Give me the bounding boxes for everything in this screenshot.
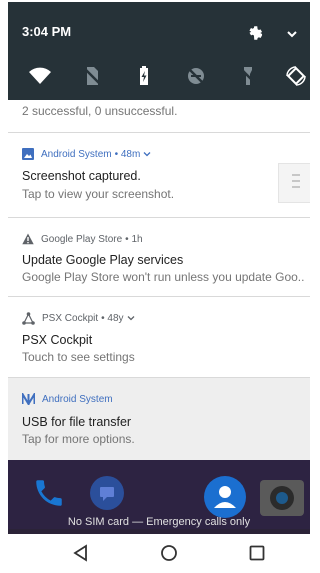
status-time: 3:04 PM <box>22 24 72 39</box>
quick-settings-panel: 3:04 PM <box>8 2 310 100</box>
sim-off-icon[interactable] <box>80 64 104 88</box>
notification-body: Tap to view your screenshot. <box>22 187 175 201</box>
notification-print-status[interactable]: 2 successful, 0 unsuccessful. <box>8 100 310 133</box>
emergency-calls-text: No SIM card — Emergency calls only <box>67 516 251 528</box>
thumbnail-detail <box>292 174 300 176</box>
notification-app-name: Android System <box>42 393 113 405</box>
contacts-app-icon[interactable] <box>204 476 246 518</box>
notification-title: USB for file transfer <box>22 415 132 429</box>
messages-app-icon[interactable] <box>90 476 124 510</box>
warning-icon <box>22 233 34 245</box>
thumbnail-detail <box>292 180 300 182</box>
notification-header: Android System <box>22 392 113 406</box>
flashlight-off-icon[interactable] <box>236 64 260 88</box>
notification-psx-cockpit[interactable]: PSX Cockpit • 48y PSX Cockpit Touch to s… <box>8 297 310 378</box>
notification-title: Update Google Play services <box>22 253 184 267</box>
chevron-down-icon[interactable] <box>286 28 298 40</box>
battery-charging-icon[interactable] <box>132 64 156 88</box>
home-icon[interactable] <box>160 544 178 562</box>
recents-icon[interactable] <box>248 544 266 562</box>
notification-header: Google Play Store • 1h <box>22 232 143 246</box>
phone-app-icon[interactable] <box>32 476 66 510</box>
quick-settings-row <box>8 64 310 92</box>
android-n-icon <box>22 393 35 405</box>
notification-title: PSX Cockpit <box>22 333 93 347</box>
notification-body: Tap for more options. <box>22 432 135 446</box>
notification-play-services[interactable]: Google Play Store • 1h Update Google Pla… <box>8 218 310 297</box>
auto-rotate-icon[interactable] <box>284 64 308 88</box>
chevron-down-icon[interactable] <box>127 314 135 322</box>
notification-app-name: PSX Cockpit <box>42 312 99 324</box>
notification-app-name: Android System <box>41 148 112 160</box>
back-icon[interactable] <box>72 544 90 562</box>
phone-screen: 3:04 PM 2 successful, 0 unsuccessful. An… <box>8 2 310 571</box>
screenshot-thumbnail <box>278 163 310 203</box>
image-icon <box>22 148 34 160</box>
notification-time: • 48y <box>101 312 124 324</box>
navigation-bar <box>8 534 310 571</box>
thumbnail-detail <box>292 186 300 188</box>
chevron-down-icon[interactable] <box>143 150 151 158</box>
settings-gear-icon[interactable] <box>246 24 264 42</box>
notification-list: 2 successful, 0 unsuccessful. Android Sy… <box>8 100 310 460</box>
notification-body: Touch to see settings <box>22 350 135 364</box>
notification-body: 2 successful, 0 unsuccessful. <box>22 104 178 118</box>
psx-cockpit-icon <box>22 311 35 325</box>
notification-time: • 48m <box>114 148 141 160</box>
notification-header: Android System • 48m <box>22 147 151 161</box>
camera-app-icon[interactable] <box>260 480 304 516</box>
notification-usb[interactable]: Android System USB for file transfer Tap… <box>8 378 310 460</box>
notification-body: Google Play Store won't run unless you u… <box>22 270 304 284</box>
wifi-icon[interactable] <box>28 64 52 88</box>
notification-screenshot[interactable]: Android System • 48m Screenshot captured… <box>8 133 310 218</box>
notification-title: Screenshot captured. <box>22 169 141 183</box>
notification-app-name: Google Play Store <box>41 233 123 245</box>
notification-header: PSX Cockpit • 48y <box>22 311 135 325</box>
notification-time: • 1h <box>125 233 143 245</box>
do-not-disturb-off-icon[interactable] <box>184 64 208 88</box>
